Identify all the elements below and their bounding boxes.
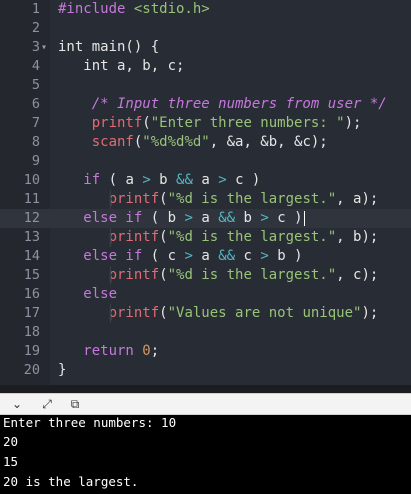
code-line[interactable]: 6 /* Input three numbers from user */ bbox=[0, 95, 411, 114]
code-text: #include <stdio.h> bbox=[58, 1, 210, 17]
line-number: 10 bbox=[23, 172, 40, 188]
line-number: 1 bbox=[31, 1, 40, 17]
terminal-line: 20 is the largest. bbox=[3, 474, 139, 489]
expand-arrows-icon[interactable]: ⤢ bbox=[38, 396, 56, 412]
copy-output-icon[interactable]: ⧉ bbox=[66, 396, 84, 412]
code-line[interactable]: 16 else bbox=[0, 285, 411, 304]
fold-arrow-icon[interactable]: ▾ bbox=[41, 38, 47, 57]
code-text: if ( a > b && a > c ) bbox=[58, 172, 261, 188]
code-text: else if ( c > a && c > b ) bbox=[58, 248, 303, 264]
code-line[interactable]: 11 printf("%d is the largest.", a); bbox=[0, 190, 411, 209]
code-line[interactable]: 17 printf("Values are not unique"); bbox=[0, 304, 411, 323]
indent-guide bbox=[110, 266, 111, 285]
code-text: } bbox=[58, 362, 67, 378]
code-text: else bbox=[58, 286, 118, 302]
code-line[interactable]: 20} bbox=[0, 361, 411, 380]
code-text: int a, b, c; bbox=[58, 58, 185, 74]
code-text: scanf("%d%d%d", &a, &b, &c); bbox=[58, 134, 328, 150]
output-terminal[interactable]: Enter three numbers: 10 20 15 20 is the … bbox=[0, 415, 411, 494]
terminal-line: Enter three numbers: 10 bbox=[3, 415, 177, 430]
line-number: 9 bbox=[31, 153, 40, 169]
collapse-chevron-icon[interactable]: ⌄ bbox=[8, 396, 26, 412]
code-text: printf("%d is the largest.", b); bbox=[58, 229, 379, 245]
line-number: 18 bbox=[23, 324, 40, 340]
indent-guide bbox=[110, 190, 111, 209]
line-number: 16 bbox=[23, 286, 40, 302]
code-line[interactable]: 13 printf("%d is the largest.", b); bbox=[0, 228, 411, 247]
line-number: 17 bbox=[23, 305, 40, 321]
line-number: 6 bbox=[31, 96, 40, 112]
code-text: printf("Enter three numbers: "); bbox=[58, 115, 362, 131]
code-text: int main() { bbox=[58, 39, 160, 55]
code-text: /* Input three numbers from user */ bbox=[58, 96, 387, 112]
line-number: 13 bbox=[23, 229, 40, 245]
line-number: 7 bbox=[31, 115, 40, 131]
code-line[interactable]: 12 else if ( b > a && b > c ) bbox=[0, 209, 411, 228]
line-number: 12 bbox=[23, 210, 40, 226]
output-toolbar: ⌄ ⤢ ⧉ bbox=[0, 393, 411, 415]
editor-horizontal-scrollbar[interactable] bbox=[0, 385, 411, 393]
code-line[interactable]: 15 printf("%d is the largest.", c); bbox=[0, 266, 411, 285]
code-line[interactable]: 4 int a, b, c; bbox=[0, 57, 411, 76]
line-number: 5 bbox=[31, 77, 40, 93]
line-number: 11 bbox=[23, 191, 40, 207]
code-line[interactable]: 1 #include <stdio.h> bbox=[0, 0, 411, 19]
line-number: 15 bbox=[23, 267, 40, 283]
code-text: printf("%d is the largest.", c); bbox=[58, 267, 379, 283]
text-cursor bbox=[303, 210, 305, 226]
code-line[interactable]: 19 return 0; bbox=[0, 342, 411, 361]
line-number: 3 bbox=[31, 39, 40, 55]
code-line[interactable]: 18 bbox=[0, 323, 411, 342]
line-number: 8 bbox=[31, 134, 40, 150]
code-line[interactable]: 2 bbox=[0, 19, 411, 38]
code-text: else if ( b > a && b > c ) bbox=[58, 210, 305, 226]
line-number: 19 bbox=[23, 343, 40, 359]
code-line[interactable]: 5 bbox=[0, 76, 411, 95]
code-line[interactable]: 10 if ( a > b && a > c ) bbox=[0, 171, 411, 190]
code-line[interactable]: 3 ▾ int main() { bbox=[0, 38, 411, 57]
line-number: 14 bbox=[23, 248, 40, 264]
code-line[interactable]: 9 bbox=[0, 152, 411, 171]
terminal-line: 20 bbox=[3, 434, 19, 449]
terminal-line: 15 bbox=[3, 454, 19, 469]
line-number: 2 bbox=[31, 20, 40, 36]
code-text: printf("Values are not unique"); bbox=[58, 305, 379, 321]
code-editor[interactable]: 1 #include <stdio.h> 2 3 ▾ int main() { 4 int … bbox=[0, 0, 411, 385]
line-number: 20 bbox=[23, 362, 40, 378]
indent-guide bbox=[110, 304, 111, 323]
code-line[interactable]: 14 else if ( c > a && c > b ) bbox=[0, 247, 411, 266]
code-text: printf("%d is the largest.", a); bbox=[58, 191, 379, 207]
indent-guide bbox=[110, 228, 111, 247]
code-line[interactable]: 8 scanf("%d%d%d", &a, &b, &c); bbox=[0, 133, 411, 152]
code-text: return 0; bbox=[58, 343, 160, 359]
line-number: 4 bbox=[31, 58, 40, 74]
code-line[interactable]: 7 printf("Enter three numbers: "); bbox=[0, 114, 411, 133]
